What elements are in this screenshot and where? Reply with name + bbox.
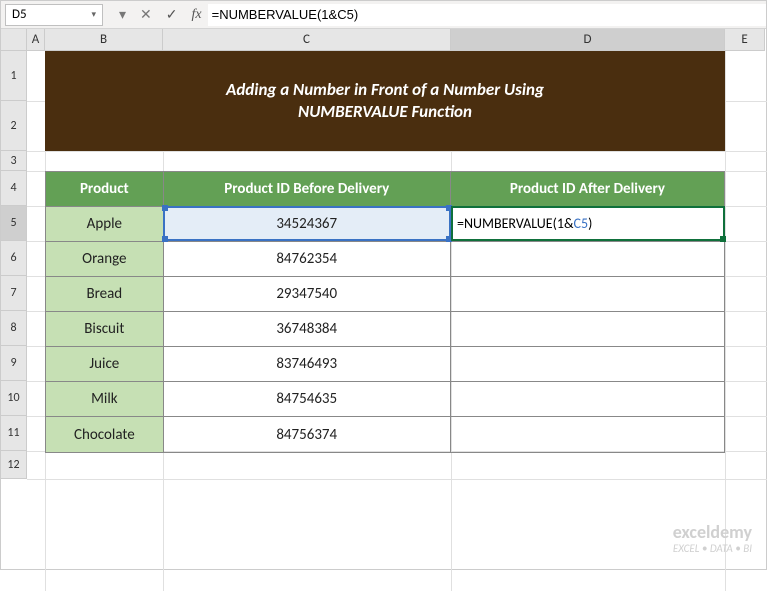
cell-before[interactable]: 83746493 bbox=[164, 347, 451, 382]
row-header-9[interactable]: 9 bbox=[1, 346, 27, 381]
formula-prefix: =NUMBERVALUE(1& bbox=[457, 215, 574, 232]
row-header-2[interactable]: 2 bbox=[1, 101, 27, 151]
cell-after[interactable] bbox=[451, 312, 724, 347]
cell-product[interactable]: Bread bbox=[46, 277, 164, 312]
formula-bar-input[interactable] bbox=[208, 4, 766, 26]
row-header-12[interactable]: 12 bbox=[1, 451, 27, 479]
cell-before[interactable]: 84762354 bbox=[164, 242, 451, 277]
th-before[interactable]: Product ID Before Delivery bbox=[164, 172, 451, 207]
col-header-A[interactable]: A bbox=[27, 29, 45, 51]
cell-before[interactable]: 29347540 bbox=[164, 277, 451, 312]
cell-before[interactable]: 84756374 bbox=[164, 417, 451, 452]
select-all-corner[interactable] bbox=[1, 29, 27, 51]
row-header-8[interactable]: 8 bbox=[1, 311, 27, 346]
cell-after[interactable] bbox=[451, 417, 724, 452]
title-text: Adding a Number in Front of a Number Usi… bbox=[226, 79, 544, 123]
confirm-icon[interactable]: ✓ bbox=[166, 6, 178, 23]
name-box[interactable]: D5 ▾ bbox=[5, 4, 103, 26]
cancel-icon[interactable]: ✕ bbox=[140, 6, 152, 23]
row-header-3[interactable]: 3 bbox=[1, 151, 27, 171]
formula-ref: C5 bbox=[574, 215, 589, 232]
table-row: Bread 29347540 bbox=[46, 277, 724, 312]
dropdown-icon[interactable]: ▾ bbox=[119, 6, 126, 23]
cell-product[interactable]: Biscuit bbox=[46, 312, 164, 347]
watermark-tag: EXCEL • DATA • BI bbox=[673, 543, 752, 555]
col-header-C[interactable]: C bbox=[163, 29, 451, 51]
title-banner: Adding a Number in Front of a Number Usi… bbox=[45, 51, 725, 151]
row-header-4[interactable]: 4 bbox=[1, 171, 27, 206]
cell-after[interactable] bbox=[451, 277, 724, 312]
row-header-7[interactable]: 7 bbox=[1, 276, 27, 311]
th-product[interactable]: Product bbox=[46, 172, 164, 207]
col-header-B[interactable]: B bbox=[45, 29, 163, 51]
fx-label[interactable]: fx bbox=[192, 7, 202, 23]
row-headers: 1 2 3 4 5 6 7 8 9 10 11 12 bbox=[1, 51, 27, 479]
cell-before[interactable]: 36748384 bbox=[164, 312, 451, 347]
cell-after[interactable] bbox=[451, 242, 724, 277]
watermark-brand: exceldemy bbox=[673, 523, 752, 543]
th-after[interactable]: Product ID After Delivery bbox=[451, 172, 724, 207]
cell-before[interactable]: 84754635 bbox=[164, 382, 451, 417]
row-header-11[interactable]: 11 bbox=[1, 416, 27, 451]
cell-after[interactable] bbox=[451, 347, 724, 382]
row-header-5[interactable]: 5 bbox=[1, 206, 27, 241]
table-row: Orange 84762354 bbox=[46, 242, 724, 277]
cell-editing-d5[interactable]: =NUMBERVALUE(1&C5) bbox=[453, 207, 724, 240]
formula-suffix: ) bbox=[588, 215, 592, 232]
cell-before[interactable]: 34524367 bbox=[164, 207, 451, 242]
cell-product[interactable]: Orange bbox=[46, 242, 164, 277]
col-header-E[interactable]: E bbox=[725, 29, 765, 51]
cell-product[interactable]: Chocolate bbox=[46, 417, 164, 452]
cell-product[interactable]: Juice bbox=[46, 347, 164, 382]
table-row: Biscuit 36748384 bbox=[46, 312, 724, 347]
col-header-D[interactable]: D bbox=[451, 29, 725, 51]
name-box-dropdown-icon[interactable]: ▾ bbox=[91, 9, 96, 20]
name-box-value: D5 bbox=[12, 7, 27, 22]
table-row: Chocolate 84756374 bbox=[46, 417, 724, 452]
cell-product[interactable]: Milk bbox=[46, 382, 164, 417]
row-header-6[interactable]: 6 bbox=[1, 241, 27, 276]
table-row: Juice 83746493 bbox=[46, 347, 724, 382]
row-header-10[interactable]: 10 bbox=[1, 381, 27, 416]
row-header-1[interactable]: 1 bbox=[1, 51, 27, 101]
table-row: Milk 84754635 bbox=[46, 382, 724, 417]
watermark: exceldemy EXCEL • DATA • BI bbox=[673, 523, 752, 555]
column-headers: A B C D E bbox=[27, 29, 765, 51]
cell-after[interactable] bbox=[451, 382, 724, 417]
cell-product[interactable]: Apple bbox=[46, 207, 164, 242]
